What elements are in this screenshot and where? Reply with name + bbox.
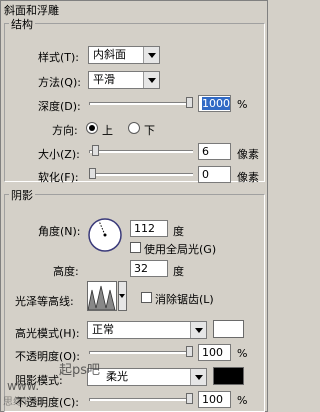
angle-center <box>103 233 107 237</box>
antialias-checkbox[interactable] <box>141 292 152 303</box>
angle-label: 角度(N): <box>38 225 81 238</box>
shadow-opacity-slider-thumb[interactable] <box>186 393 193 404</box>
watermark-forum: 思缘论坛 <box>3 397 43 408</box>
size-label: 大小(Z): <box>38 148 80 161</box>
highlight-opacity-value: 100 <box>202 346 223 359</box>
soften-slider-track[interactable] <box>89 173 193 176</box>
soften-label: 软化(F): <box>38 171 79 184</box>
shadow-opacity-value: 100 <box>202 393 223 406</box>
shadow-mode-select[interactable]: 柔光 <box>87 368 207 386</box>
altitude-unit: 度 <box>173 265 184 278</box>
depth-slider-track[interactable] <box>89 102 193 105</box>
chevron-down-icon[interactable] <box>143 72 159 88</box>
chevron-down-icon[interactable] <box>143 47 159 63</box>
highlight-opacity-slider-track[interactable] <box>89 351 193 354</box>
depth-input[interactable]: 1000 <box>198 95 231 112</box>
depth-value: 1000 <box>202 97 230 110</box>
soften-value: 0 <box>202 168 209 181</box>
altitude-value: 32 <box>134 262 148 275</box>
technique-value: 平滑 <box>93 73 115 86</box>
gloss-contour-dropdown[interactable] <box>118 281 127 311</box>
structure-legend: 结构 <box>9 16 35 32</box>
gloss-contour-label: 光泽等高线: <box>15 295 74 308</box>
shadow-opacity-input[interactable]: 100 <box>198 391 231 408</box>
shadow-mode-value: 柔光 <box>106 370 128 383</box>
direction-label: 方向: <box>52 124 78 137</box>
size-unit: 像素 <box>237 148 259 161</box>
chevron-down-icon <box>119 294 125 298</box>
altitude-input[interactable]: 32 <box>130 260 168 277</box>
chevron-down-icon[interactable] <box>190 369 206 385</box>
contour-curve-icon <box>87 285 116 311</box>
highlight-mode-label: 高光模式(H): <box>15 327 80 340</box>
bevel-emboss-panel: 斜面和浮雕 结构 样式(T): 内斜面 方法(Q): 平滑 深度(D): 100… <box>0 0 268 412</box>
altitude-label: 高度: <box>53 265 79 278</box>
size-input[interactable]: 6 <box>198 143 231 160</box>
technique-select[interactable]: 平滑 <box>88 71 160 89</box>
direction-down-radio[interactable] <box>128 122 140 134</box>
shadow-opacity-unit: % <box>237 394 248 407</box>
soften-input[interactable]: 0 <box>198 166 231 183</box>
size-slider-track[interactable] <box>89 150 193 153</box>
shadow-opacity-slider-track[interactable] <box>89 398 193 401</box>
global-light-checkbox[interactable] <box>130 242 141 253</box>
technique-label: 方法(Q): <box>38 76 81 89</box>
direction-up-radio[interactable] <box>86 122 98 134</box>
angle-unit: 度 <box>173 225 184 238</box>
highlight-opacity-unit: % <box>237 347 248 360</box>
highlight-mode-value: 正常 <box>92 323 114 336</box>
soften-slider-thumb[interactable] <box>89 168 96 179</box>
highlight-opacity-input[interactable]: 100 <box>198 344 231 361</box>
direction-up-label: 上 <box>102 124 113 137</box>
depth-unit: % <box>237 98 248 111</box>
soften-unit: 像素 <box>237 171 259 184</box>
style-select[interactable]: 内斜面 <box>88 46 160 64</box>
size-value: 6 <box>202 145 209 158</box>
shading-legend: 阴影 <box>9 187 35 203</box>
global-light-label: 使用全局光(G) <box>144 243 217 256</box>
angle-dial[interactable] <box>87 217 123 253</box>
gloss-contour-preview[interactable] <box>87 281 117 311</box>
antialias-label: 消除锯齿(L) <box>155 293 214 306</box>
angle-value: 112 <box>134 222 155 235</box>
style-value: 内斜面 <box>93 48 126 61</box>
depth-label: 深度(D): <box>38 100 81 113</box>
watermark-text: 起ps吧 <box>59 363 101 378</box>
style-label: 样式(T): <box>38 51 80 64</box>
size-slider-thumb[interactable] <box>92 145 99 156</box>
highlight-mode-select[interactable]: 正常 <box>87 321 207 339</box>
shadow-color-swatch[interactable] <box>213 367 244 385</box>
chevron-down-icon[interactable] <box>190 322 206 338</box>
angle-input[interactable]: 112 <box>130 220 168 237</box>
highlight-color-swatch[interactable] <box>213 320 244 338</box>
direction-down-label: 下 <box>144 124 155 137</box>
highlight-opacity-slider-thumb[interactable] <box>186 346 193 357</box>
depth-slider-thumb[interactable] <box>186 97 193 108</box>
watermark-url: www. <box>7 379 40 393</box>
